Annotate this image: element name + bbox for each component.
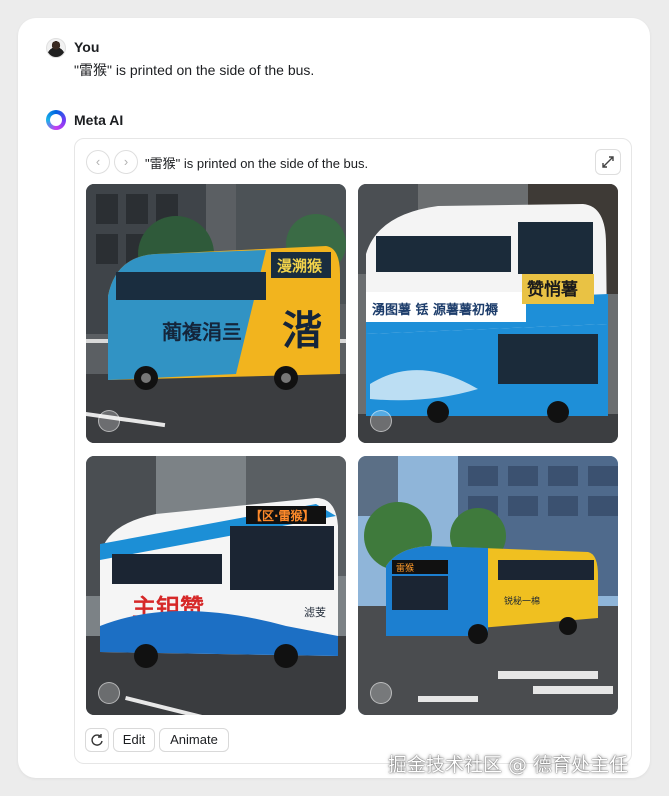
bus-small-text: 滤芰 [304, 606, 326, 619]
image-caption: "雷猴" is printed on the side of the bus. [145, 156, 369, 171]
ai-sparkle-icon [98, 410, 120, 432]
user-avatar [46, 38, 66, 58]
animate-button[interactable]: Animate [159, 728, 229, 752]
ai-sparkle-icon [370, 682, 392, 704]
generated-image-3[interactable]: 【区·雷猴】 主钽赞 滤芰 [86, 456, 346, 715]
chevron-left-icon[interactable]: ‹ [86, 150, 110, 174]
bus-front-sign: 雷猴 [396, 562, 414, 574]
generated-image-4[interactable]: 雷猴 锐秘一棉 [358, 456, 618, 715]
watermark-text: 掘金技术社区 @ 德育处主任 [388, 754, 629, 776]
user-name: You [74, 39, 100, 55]
edit-button[interactable]: Edit [113, 728, 155, 752]
user-message: "雷猴" is printed on the side of the bus. [74, 62, 315, 78]
expand-icon[interactable] [595, 149, 621, 175]
generated-image-1[interactable]: 漫溯猴 蔺複涓亖 湝 [86, 184, 346, 443]
bus-front-sign: 赞悄薯 [526, 279, 578, 300]
ai-sparkle-icon [98, 682, 120, 704]
bus-side-text: 湧图薯 铥 源薯薯初褥 [372, 302, 499, 318]
refresh-icon[interactable] [85, 728, 109, 752]
bus-front-sign: 【区·雷猴】 [250, 508, 315, 523]
generated-image-2[interactable]: 湧图薯 铥 源薯薯初褥 赞悄薯 [358, 184, 618, 443]
meta-ai-logo-icon [46, 110, 66, 130]
bus-front-sign: 漫溯猴 [277, 257, 323, 275]
bus-side-text: 蔺複涓亖 [162, 320, 242, 344]
bus-big-glyph: 湝 [282, 308, 322, 354]
chevron-right-icon[interactable]: › [114, 150, 138, 174]
ai-sparkle-icon [370, 410, 392, 432]
bus-side-text: 锐秘一棉 [504, 595, 540, 607]
assistant-name: Meta AI [74, 112, 124, 128]
